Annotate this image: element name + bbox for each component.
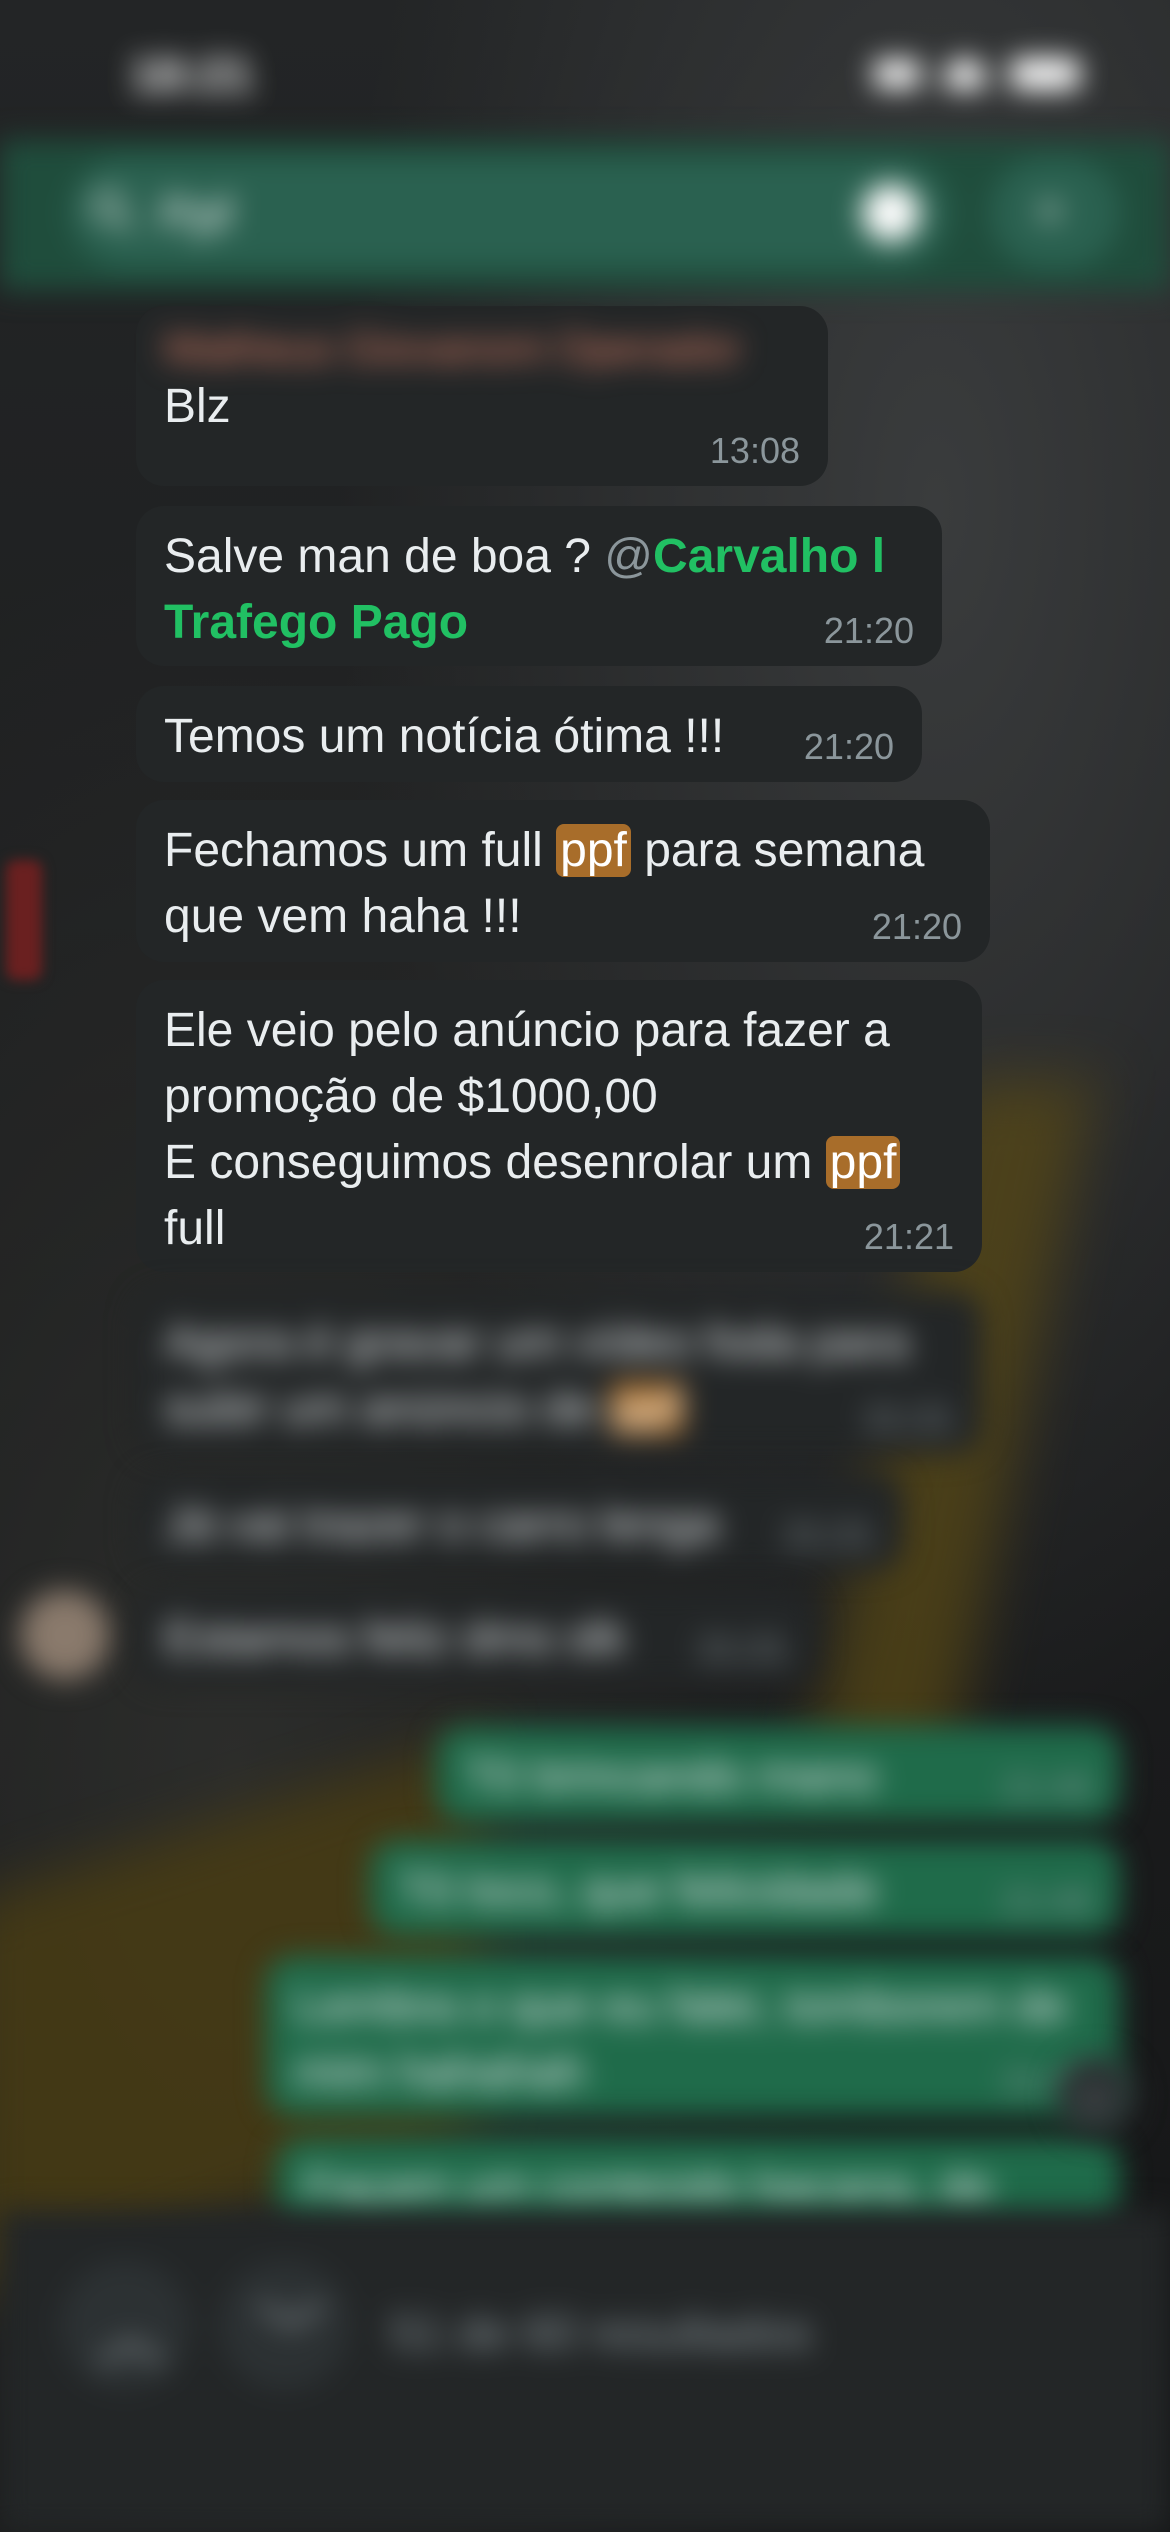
chevron-down-icon: ⌄ (1076, 2067, 1113, 2116)
search-highlight: ppf (609, 1382, 685, 1435)
message-text: Fechamos um full ppf para semana que vem… (164, 818, 962, 950)
search-highlight: ppf (825, 1136, 901, 1189)
message-text: Tô brincando mano (464, 1750, 878, 1803)
message-text-part: subir um anúncio de (164, 1382, 610, 1435)
message-bubble[interactable]: Fechamos um full ppf para semana que vem… (136, 800, 990, 962)
search-results-bar: ︿ ﹀ 51 de 60 resultados (0, 2210, 1170, 2532)
message-text: Já vai trazer o carro lenga (164, 1498, 719, 1551)
mention-link[interactable]: Carvalho l (653, 530, 885, 583)
message-bubble[interactable]: Salve man de boa ? @Carvalho l Trafego P… (136, 506, 942, 666)
chevron-down-icon: ﹀ (256, 2297, 326, 2375)
message-bubble[interactable]: Estamos feliz dms slk 21:21 (136, 1588, 816, 1684)
mention-at: @ (604, 530, 654, 583)
message-bubble[interactable]: Ele veio pelo anúncio para fazer a promo… (136, 980, 982, 1272)
avatar[interactable] (20, 1590, 110, 1680)
message-text-part: promoção de $1000,00 (164, 1070, 658, 1123)
message-bubble[interactable]: Agora é gravar um vídeo foda para subir … (136, 1292, 982, 1454)
message-text-part: para semana (630, 824, 925, 877)
message-text-part: Salve man de boa ? (164, 530, 605, 583)
outgoing-message-bubble[interactable]: Lembra o que eu falei, tomborem de mim h… (266, 1956, 1120, 2116)
message-text-part: full (164, 1202, 226, 1255)
message-time: 13:08 (709, 430, 800, 471)
message-text-part: mim hahahah (294, 2046, 585, 2099)
message-time: 21:21 (863, 1398, 954, 1439)
message-text-part: Agora é gravar um vídeo foda para (164, 1316, 909, 1369)
message-text-part: Fechamos um full (164, 824, 557, 877)
previous-result-button[interactable]: ︿ (60, 2260, 190, 2390)
results-count: 51 de 60 resultados (390, 2307, 812, 2360)
message-time: 21:20 (803, 726, 894, 767)
message-text: Blz (164, 380, 231, 433)
outgoing-message-bubble[interactable]: Tô brincando mano 21:46 (436, 1726, 1120, 1822)
message-time: 21:21 (783, 1514, 874, 1555)
message-text-part: Ele veio pelo anúncio para fazer a (164, 1004, 890, 1057)
message-text: Temos um notícia ótima !!! (164, 710, 725, 763)
message-text-part: Lembra o que eu falei, tomborem de (294, 1980, 1068, 2033)
message-time: 21:46 (1001, 1880, 1092, 1921)
message-text: Estamos feliz dms slk (164, 1612, 626, 1665)
message-time: 21:20 (823, 610, 914, 651)
message-time: 21:21 (863, 1216, 954, 1257)
message-bubble[interactable]: Temos um notícia ótima !!! 21:20 (136, 686, 922, 782)
message-time: 21:20 (871, 906, 962, 947)
message-text: Agora é gravar um vídeo foda para subir … (164, 1310, 954, 1442)
next-result-button[interactable]: ﹀ (220, 2260, 350, 2390)
mention-link[interactable]: Trafego Pago (164, 596, 468, 649)
message-text: Tô loco, que felicidade (398, 1864, 879, 1917)
message-text-part: E conseguimos desenrolar um (164, 1136, 826, 1189)
message-sender: Matheus Giovanoni Operador (164, 324, 742, 373)
outgoing-message-bubble[interactable]: Tô loco, que felicidade 21:46 (370, 1840, 1120, 1936)
message-list: Matheus Giovanoni Operador Blz 13:08 Sal… (0, 0, 1170, 2532)
chevron-up-icon: ︿ (96, 2297, 166, 2375)
scroll-to-bottom-button[interactable]: ⌄ (1056, 2056, 1136, 2136)
message-text: Lembra o que eu falei, tomborem de mim h… (294, 1974, 1092, 2106)
message-time: 21:21 (697, 1628, 788, 1669)
message-bubble[interactable]: Já vai trazer o carro lenga 21:21 (136, 1474, 902, 1570)
message-text: Ele veio pelo anúncio para fazer a promo… (164, 998, 954, 1262)
message-time: 21:46 (1001, 1766, 1092, 1807)
search-highlight: ppf (556, 824, 631, 877)
message-text: Salve man de boa ? @Carvalho l Trafego P… (164, 524, 914, 656)
message-text-part: que vem haha !!! (164, 890, 522, 943)
message-bubble[interactable]: Matheus Giovanoni Operador Blz 13:08 (136, 306, 828, 486)
